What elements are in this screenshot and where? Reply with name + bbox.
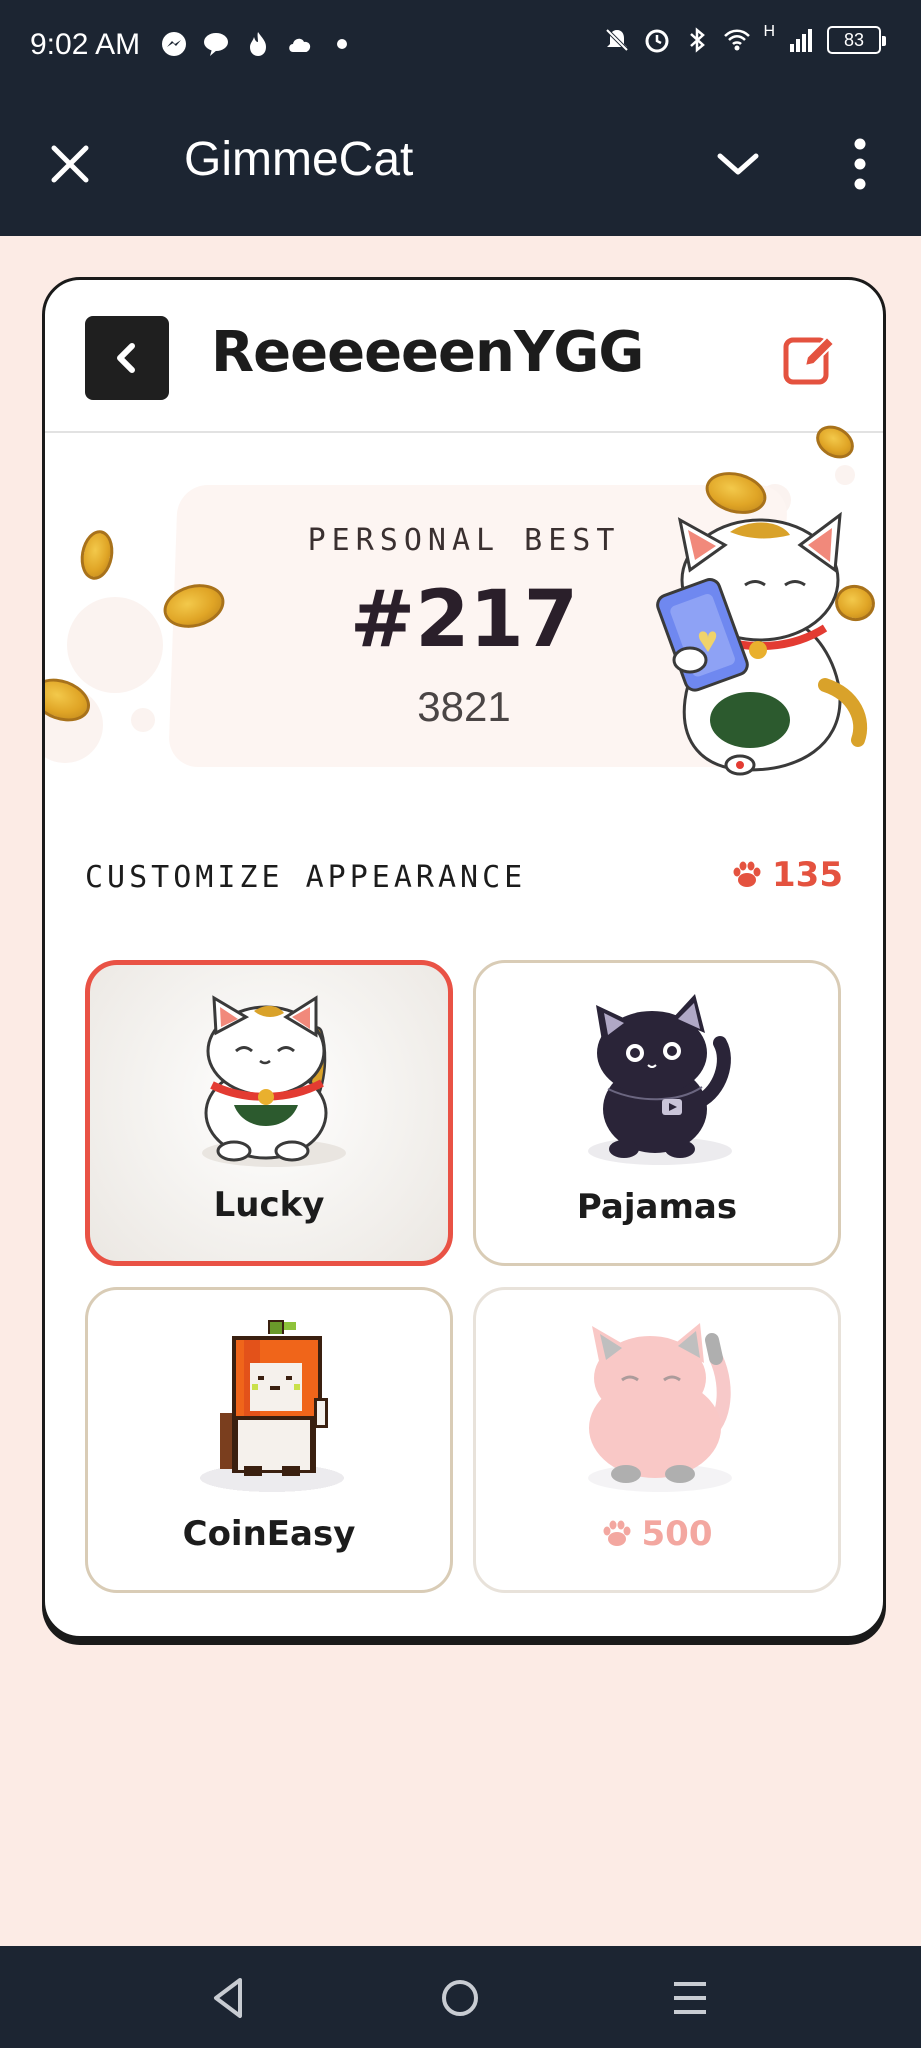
lucky-cat-icon	[202, 995, 346, 1167]
profile-header: ReeeeeenYGG	[45, 280, 883, 433]
wifi-icon	[724, 29, 751, 51]
paw-balance-value: 135	[772, 855, 843, 895]
skin-tile-locked[interactable]: 500	[473, 1287, 841, 1593]
pink-cat-icon	[588, 1323, 732, 1492]
mute-icon	[606, 28, 629, 52]
flame-icon	[250, 32, 266, 56]
notification-icons	[160, 30, 356, 58]
more-options-icon[interactable]	[840, 134, 880, 194]
skin-tile-lucky[interactable]: Lucky	[85, 960, 453, 1266]
recents-icon[interactable]	[666, 1974, 714, 2022]
cloud-icon	[289, 38, 311, 52]
paw-balance: 135	[732, 855, 843, 895]
back-button[interactable]	[85, 316, 169, 400]
skin-price: 500	[476, 1514, 838, 1554]
black-cat-icon	[588, 994, 732, 1165]
chevron-down-icon[interactable]	[714, 140, 762, 188]
system-nav-bar	[0, 1946, 921, 2048]
edit-icon[interactable]	[781, 330, 839, 388]
paw-icon	[733, 861, 761, 887]
system-icons: H 83	[603, 23, 886, 54]
skin-name: Lucky	[213, 1185, 325, 1225]
chat-icon	[204, 33, 228, 56]
pixel-orange-cat-icon	[200, 1320, 344, 1492]
lucky-cat-illustration	[656, 511, 868, 776]
status-time: 9:02 AM	[30, 28, 141, 61]
skin-tile-coineasy[interactable]: CoinEasy	[85, 1287, 453, 1593]
network-type: H	[763, 23, 775, 40]
skin-name: Pajamas	[576, 1187, 738, 1227]
skin-tile-pajamas[interactable]: Pajamas	[473, 960, 841, 1266]
home-icon[interactable]	[436, 1974, 484, 2022]
status-bar: 9:02 AM H 83	[0, 0, 921, 92]
back-icon[interactable]	[206, 1974, 254, 2022]
messenger-icon	[162, 32, 186, 56]
username: ReeeeeenYGG	[211, 320, 644, 385]
customize-title: CUSTOMIZE APPEARANCE	[85, 860, 527, 895]
profile-card: ReeeeeenYGG PERSONAL BEST #217 3821 CUST…	[42, 277, 886, 1639]
signal-icon	[790, 29, 812, 52]
bluetooth-icon	[690, 27, 706, 53]
skin-price-value: 500	[641, 1514, 713, 1554]
dot-icon	[337, 39, 347, 49]
skin-name: CoinEasy	[182, 1514, 356, 1554]
close-icon[interactable]	[44, 138, 96, 190]
personal-best-section: PERSONAL BEST #217 3821	[45, 419, 883, 795]
chevron-left-icon	[117, 343, 135, 373]
app-title: GimmeCat	[184, 133, 414, 186]
alarm-icon	[645, 29, 669, 53]
paw-icon	[603, 1520, 630, 1546]
battery-indicator: 83	[827, 26, 886, 54]
app-bar: GimmeCat	[0, 92, 921, 236]
